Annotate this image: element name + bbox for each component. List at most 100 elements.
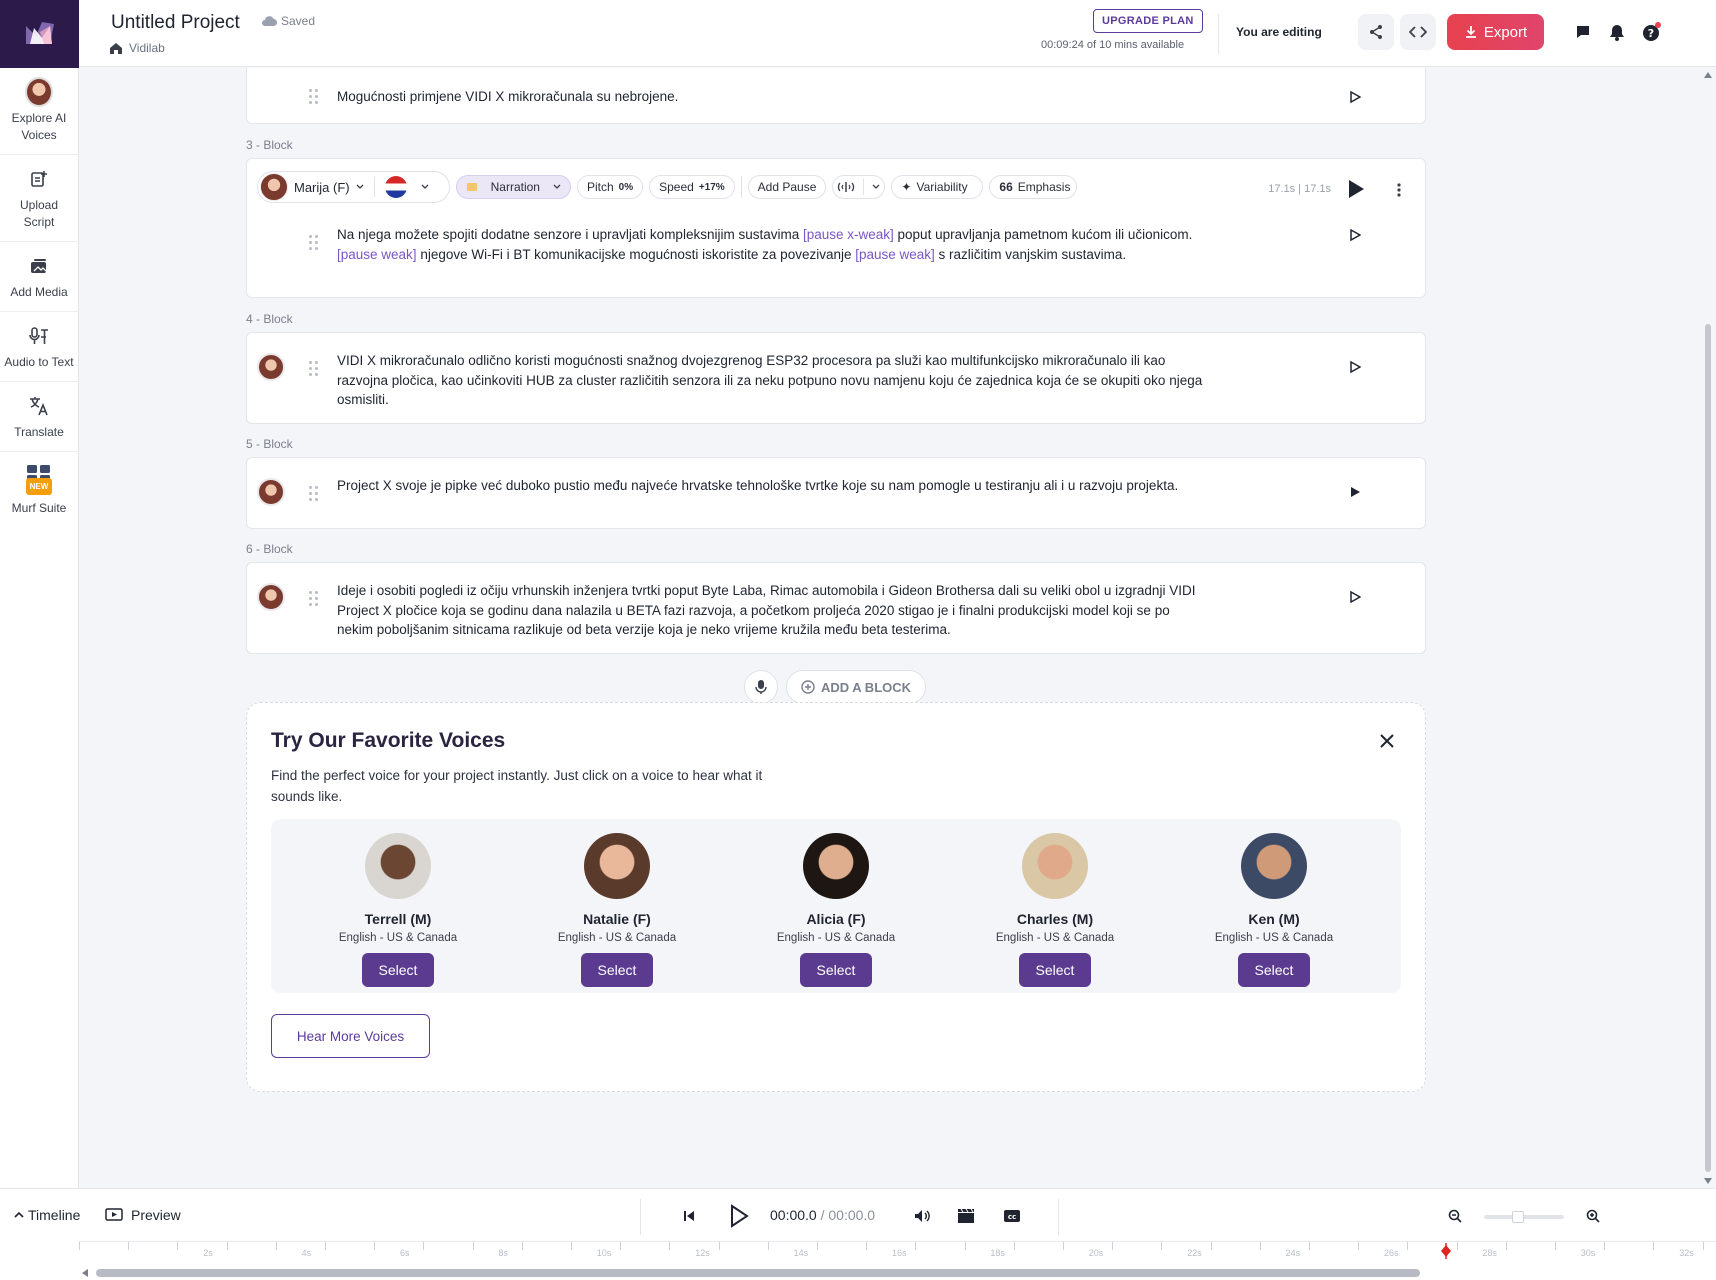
scrollbar-thumb[interactable]: [1705, 324, 1711, 1172]
drag-handle-icon[interactable]: [309, 591, 319, 607]
more-options-icon[interactable]: [1397, 183, 1401, 197]
drag-handle-icon[interactable]: [309, 89, 319, 105]
block-text[interactable]: Ideje i osobiti pogledi iz očiju vrhunsk…: [337, 581, 1207, 640]
script-block-6[interactable]: Ideje i osobiti pogledi iz očiju vrhunsk…: [246, 562, 1426, 654]
embed-code-button[interactable]: [1400, 14, 1436, 50]
sidebar-item-explore-voices[interactable]: Explore AI Voices: [0, 68, 78, 155]
pause-type-dropdown[interactable]: [832, 175, 886, 199]
close-icon[interactable]: [1379, 733, 1395, 749]
play-icon[interactable]: [1349, 91, 1361, 103]
sidebar-item-murf-suite[interactable]: NEW Murf Suite: [0, 452, 78, 527]
total-time: / 00:00.0: [816, 1207, 876, 1223]
voice-avatar[interactable]: [257, 583, 285, 611]
block-text[interactable]: Mogućnosti primjene VIDI X mikroračunala…: [337, 87, 1207, 107]
notifications-button[interactable]: [1607, 22, 1627, 42]
vertical-scrollbar[interactable]: [1700, 68, 1716, 1188]
block-text[interactable]: Project X svoje je pipke već duboko pust…: [337, 476, 1207, 496]
add-block-row: ADD A BLOCK: [744, 670, 927, 704]
zoom-in-button[interactable]: [1584, 1203, 1602, 1229]
record-voice-button[interactable]: [744, 670, 778, 704]
share-button[interactable]: [1358, 14, 1394, 50]
block-text[interactable]: Na njega možete spojiti dodatne senzore …: [337, 225, 1207, 264]
script-block-2[interactable]: Mogućnosti primjene VIDI X mikroračunala…: [246, 68, 1426, 124]
ruler-tick: [374, 1242, 376, 1250]
zoom-slider[interactable]: [1484, 1211, 1564, 1223]
comments-button[interactable]: [1573, 22, 1593, 42]
ruler-tick: [817, 1242, 818, 1250]
preview-button[interactable]: Preview: [105, 1207, 181, 1223]
playhead-marker-icon[interactable]: [1439, 1243, 1453, 1259]
voice-portrait[interactable]: [1241, 833, 1307, 899]
play-button[interactable]: [726, 1203, 752, 1229]
voice-selector[interactable]: Marija (F): [257, 171, 450, 203]
ruler-tick: [1309, 1242, 1310, 1250]
drag-handle-icon[interactable]: [309, 361, 319, 377]
voice-avatar[interactable]: [257, 353, 285, 381]
sidebar-item-translate[interactable]: Translate: [0, 382, 78, 452]
pause-tag[interactable]: [pause weak]: [337, 247, 417, 262]
script-block-3[interactable]: Marija (F) Narration Pitch 0% Speed +17%…: [246, 158, 1426, 298]
pitch-control[interactable]: Pitch 0%: [576, 175, 644, 199]
microphone-icon: [755, 680, 767, 694]
block-text[interactable]: VIDI X mikroračunalo odlično koristi mog…: [337, 351, 1207, 410]
horizontal-scrollbar[interactable]: [96, 1269, 1420, 1277]
play-icon[interactable]: [1349, 591, 1361, 603]
sidebar-item-audio-to-text[interactable]: Audio to Text: [0, 312, 78, 382]
scroll-left-icon[interactable]: [82, 1269, 88, 1277]
export-button[interactable]: Export: [1447, 14, 1544, 50]
timeline-ruler[interactable]: 2s 4s 6s 8s 10s 12s 14s 16s 18s 20s 22s 24s 26s 28s 30…: [79, 1241, 1716, 1261]
script-block-4[interactable]: VIDI X mikroračunalo odlično koristi mog…: [246, 332, 1426, 424]
select-voice-button[interactable]: Select: [362, 953, 434, 987]
zoom-out-button[interactable]: [1446, 1203, 1464, 1229]
add-block-button[interactable]: ADD A BLOCK: [786, 670, 927, 704]
select-voice-button[interactable]: Select: [1238, 953, 1310, 987]
pause-tag[interactable]: [pause x-weak]: [803, 227, 894, 242]
play-icon[interactable]: [1349, 361, 1361, 373]
breadcrumb[interactable]: Vidilab: [109, 41, 165, 55]
volume-button[interactable]: [912, 1203, 932, 1229]
select-voice-button[interactable]: Select: [581, 953, 653, 987]
play-icon[interactable]: [1349, 486, 1361, 498]
play-icon[interactable]: [1349, 229, 1361, 241]
voice-avatar[interactable]: [257, 478, 285, 506]
select-voice-button[interactable]: Select: [800, 953, 872, 987]
upgrade-plan-button[interactable]: UPGRADE PLAN: [1093, 9, 1203, 33]
app-logo[interactable]: [0, 0, 79, 68]
export-label: Export: [1483, 23, 1528, 41]
skip-back-button[interactable]: [680, 1203, 698, 1229]
zoom-slider-handle[interactable]: [1512, 1211, 1524, 1223]
hear-more-voices-button[interactable]: Hear More Voices: [271, 1014, 430, 1058]
scroll-up-icon[interactable]: [1704, 72, 1712, 78]
emphasis-button[interactable]: 66 Emphasis: [989, 175, 1078, 199]
voice-portrait[interactable]: [1022, 833, 1088, 899]
timeline-toggle[interactable]: Timeline: [14, 1207, 80, 1223]
voice-name: Ken (M): [1248, 911, 1300, 927]
ruler-tick: [1407, 1242, 1409, 1250]
select-voice-button[interactable]: Select: [1019, 953, 1091, 987]
sidebar-item-add-media[interactable]: Add Media: [0, 242, 78, 312]
play-block-icon[interactable]: [1347, 179, 1365, 199]
video-button[interactable]: [956, 1203, 976, 1229]
ruler-tick-label: 24s: [1285, 1248, 1301, 1258]
voice-portrait[interactable]: [803, 833, 869, 899]
voice-avatar: [25, 77, 53, 107]
style-dropdown[interactable]: Narration: [455, 175, 571, 199]
captions-button[interactable]: cc: [1002, 1203, 1022, 1229]
sidebar-item-label: Murf Suite: [11, 501, 67, 515]
script-block-5[interactable]: Project X svoje je pipke već duboko pust…: [246, 457, 1426, 529]
variability-button[interactable]: ✦ Variability: [891, 175, 984, 199]
add-pause-button[interactable]: Add Pause: [747, 175, 827, 199]
voice-portrait[interactable]: [584, 833, 650, 899]
project-title[interactable]: Untitled Project: [111, 12, 240, 34]
drag-handle-icon[interactable]: [309, 235, 319, 251]
sidebar-item-upload-script[interactable]: Upload Script: [0, 155, 78, 242]
help-button[interactable]: ?: [1642, 22, 1662, 42]
drag-handle-icon[interactable]: [309, 486, 319, 502]
speed-control[interactable]: Speed +17%: [649, 175, 735, 199]
ruler-tick: [620, 1242, 622, 1250]
pause-tag[interactable]: [pause weak]: [855, 247, 935, 262]
timeline-label: Timeline: [28, 1207, 81, 1223]
ruler-tick: [1555, 1242, 1556, 1250]
scroll-down-icon[interactable]: [1704, 1178, 1712, 1184]
voice-portrait[interactable]: [365, 833, 431, 899]
